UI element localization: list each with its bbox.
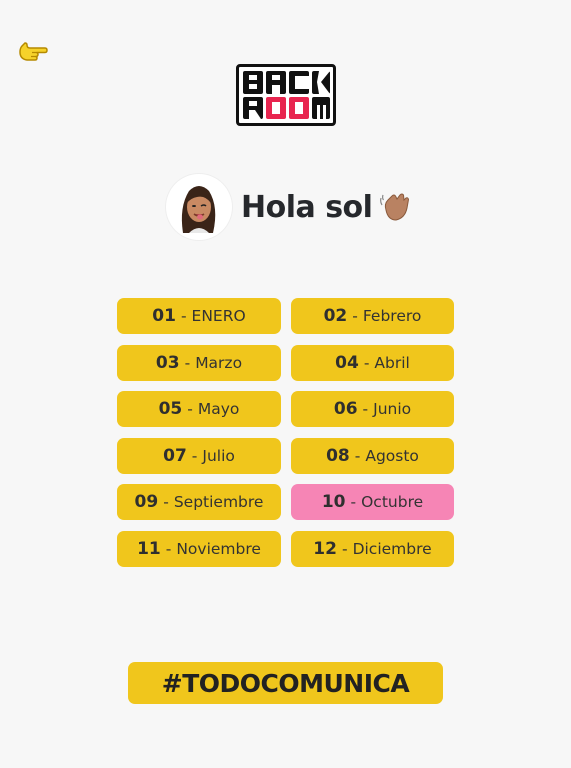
- month-separator: -: [354, 446, 361, 465]
- month-separator: -: [363, 353, 370, 372]
- month-button-11[interactable]: 11- Noviembre: [117, 530, 281, 567]
- month-separator: -: [352, 307, 358, 325]
- month-separator: -: [362, 400, 369, 418]
- month-button-10[interactable]: 10- Octubre: [291, 484, 454, 520]
- month-separator: -: [187, 400, 193, 418]
- memoji-avatar-icon: [181, 186, 216, 233]
- month-number: 11: [137, 538, 161, 559]
- month-name: Agosto: [365, 446, 419, 465]
- month-button-02[interactable]: 02- Febrero: [291, 298, 454, 334]
- month-number: 01: [152, 306, 176, 326]
- month-separator: -: [191, 446, 198, 465]
- month-name: Marzo: [195, 353, 243, 372]
- month-button-01[interactable]: 01- ENERO: [117, 298, 281, 334]
- month-number: 09: [134, 492, 159, 512]
- month-button-03[interactable]: 03- Marzo: [117, 344, 281, 381]
- month-name: Abril: [374, 353, 410, 372]
- month-number: 02: [323, 306, 348, 326]
- month-separator: -: [180, 307, 187, 325]
- month-number: 03: [155, 352, 180, 373]
- month-button-05[interactable]: 05- Mayo: [117, 391, 281, 427]
- month-number: 06: [333, 399, 358, 419]
- month-number: 04: [335, 352, 359, 373]
- month-separator: -: [184, 353, 191, 372]
- month-separator: -: [350, 493, 357, 511]
- month-name: ENERO: [191, 307, 246, 325]
- month-button-07[interactable]: 07- Julio: [117, 437, 281, 474]
- month-number: 07: [163, 445, 187, 466]
- month-number: 10: [321, 492, 346, 512]
- month-name: Mayo: [197, 400, 240, 418]
- month-separator: -: [163, 493, 169, 511]
- month-button-04[interactable]: 04- Abril: [291, 344, 454, 381]
- pointing-hand-icon: [19, 42, 48, 61]
- month-name: Diciembre: [352, 539, 432, 558]
- month-button-06[interactable]: 06- Junio: [291, 391, 454, 427]
- months-grid: 01- ENERO 02- Febrero 03- Marzo 04- Abril 05…: [117, 298, 454, 567]
- month-separator: -: [341, 539, 348, 558]
- month-number: 05: [158, 399, 183, 419]
- month-name: Febrero: [362, 307, 422, 325]
- back-button[interactable]: [18, 40, 48, 64]
- greeting-text: Hola sol: [241, 189, 373, 225]
- month-name: Julio: [202, 446, 235, 465]
- month-button-09[interactable]: 09- Septiembre: [117, 484, 281, 520]
- month-name: Octubre: [361, 493, 424, 511]
- month-button-08[interactable]: 08- Agosto: [291, 437, 454, 474]
- month-button-12[interactable]: 12- Diciembre: [291, 530, 454, 567]
- greeting: Hola sol: [166, 174, 412, 240]
- month-name: Noviembre: [176, 539, 261, 558]
- month-name: Junio: [373, 400, 412, 418]
- avatar: [166, 174, 232, 240]
- month-number: 12: [313, 538, 337, 559]
- month-number: 08: [326, 445, 350, 466]
- waving-hand-icon: [380, 193, 410, 221]
- month-name: Septiembre: [173, 493, 264, 511]
- backroom-logo: [236, 64, 336, 126]
- month-separator: -: [165, 539, 172, 558]
- hashtag-banner: #TODOCOMUNICA: [128, 662, 443, 704]
